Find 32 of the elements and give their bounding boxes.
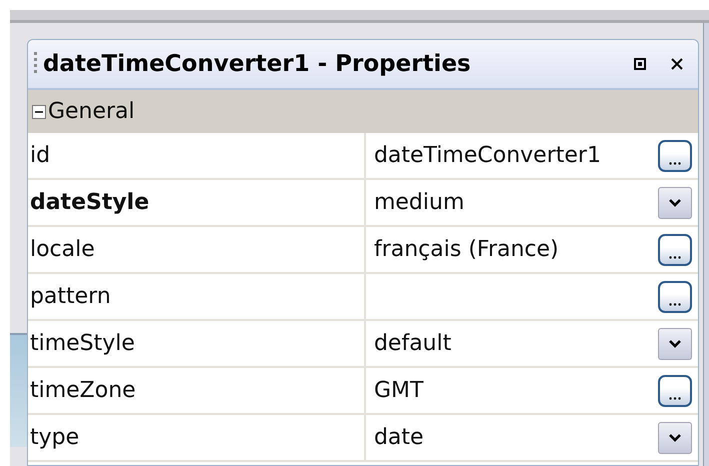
property-value[interactable]: GMT [374, 378, 424, 403]
property-value[interactable]: date [374, 425, 424, 450]
grip-icon [34, 52, 37, 76]
property-name: dateStyle [28, 180, 366, 225]
ellipsis-button[interactable] [658, 374, 692, 406]
dropdown-button[interactable] [658, 186, 692, 218]
property-name: pattern [28, 274, 366, 319]
ellipsis-button[interactable] [658, 140, 692, 172]
property-value[interactable]: dateTimeConverter1 [374, 143, 601, 168]
collapse-icon[interactable] [32, 104, 46, 118]
property-name: locale [28, 227, 366, 272]
ellipsis-button[interactable] [658, 280, 692, 312]
property-name: id [28, 133, 366, 178]
window-title: dateTimeConverter1 - Properties [42, 51, 472, 77]
chevron-down-icon [668, 432, 682, 442]
property-name: timeZone [28, 368, 366, 413]
chevron-down-icon [668, 338, 682, 348]
maximize-button[interactable] [632, 56, 648, 72]
ellipsis-icon [669, 302, 682, 306]
ellipsis-icon [669, 396, 682, 400]
section-label: General [48, 99, 135, 124]
property-name: type [28, 415, 366, 460]
dropdown-button[interactable] [658, 422, 692, 454]
property-value[interactable]: default [374, 331, 452, 356]
chevron-down-icon [668, 198, 682, 208]
ellipsis-icon [669, 256, 682, 258]
ellipsis-icon [669, 162, 682, 164]
property-name: timeStyle [28, 321, 366, 366]
ellipsis-button[interactable] [658, 234, 692, 266]
property-value[interactable]: français (France) [374, 237, 559, 262]
property-value[interactable]: medium [374, 190, 464, 215]
dropdown-button[interactable] [658, 328, 692, 360]
